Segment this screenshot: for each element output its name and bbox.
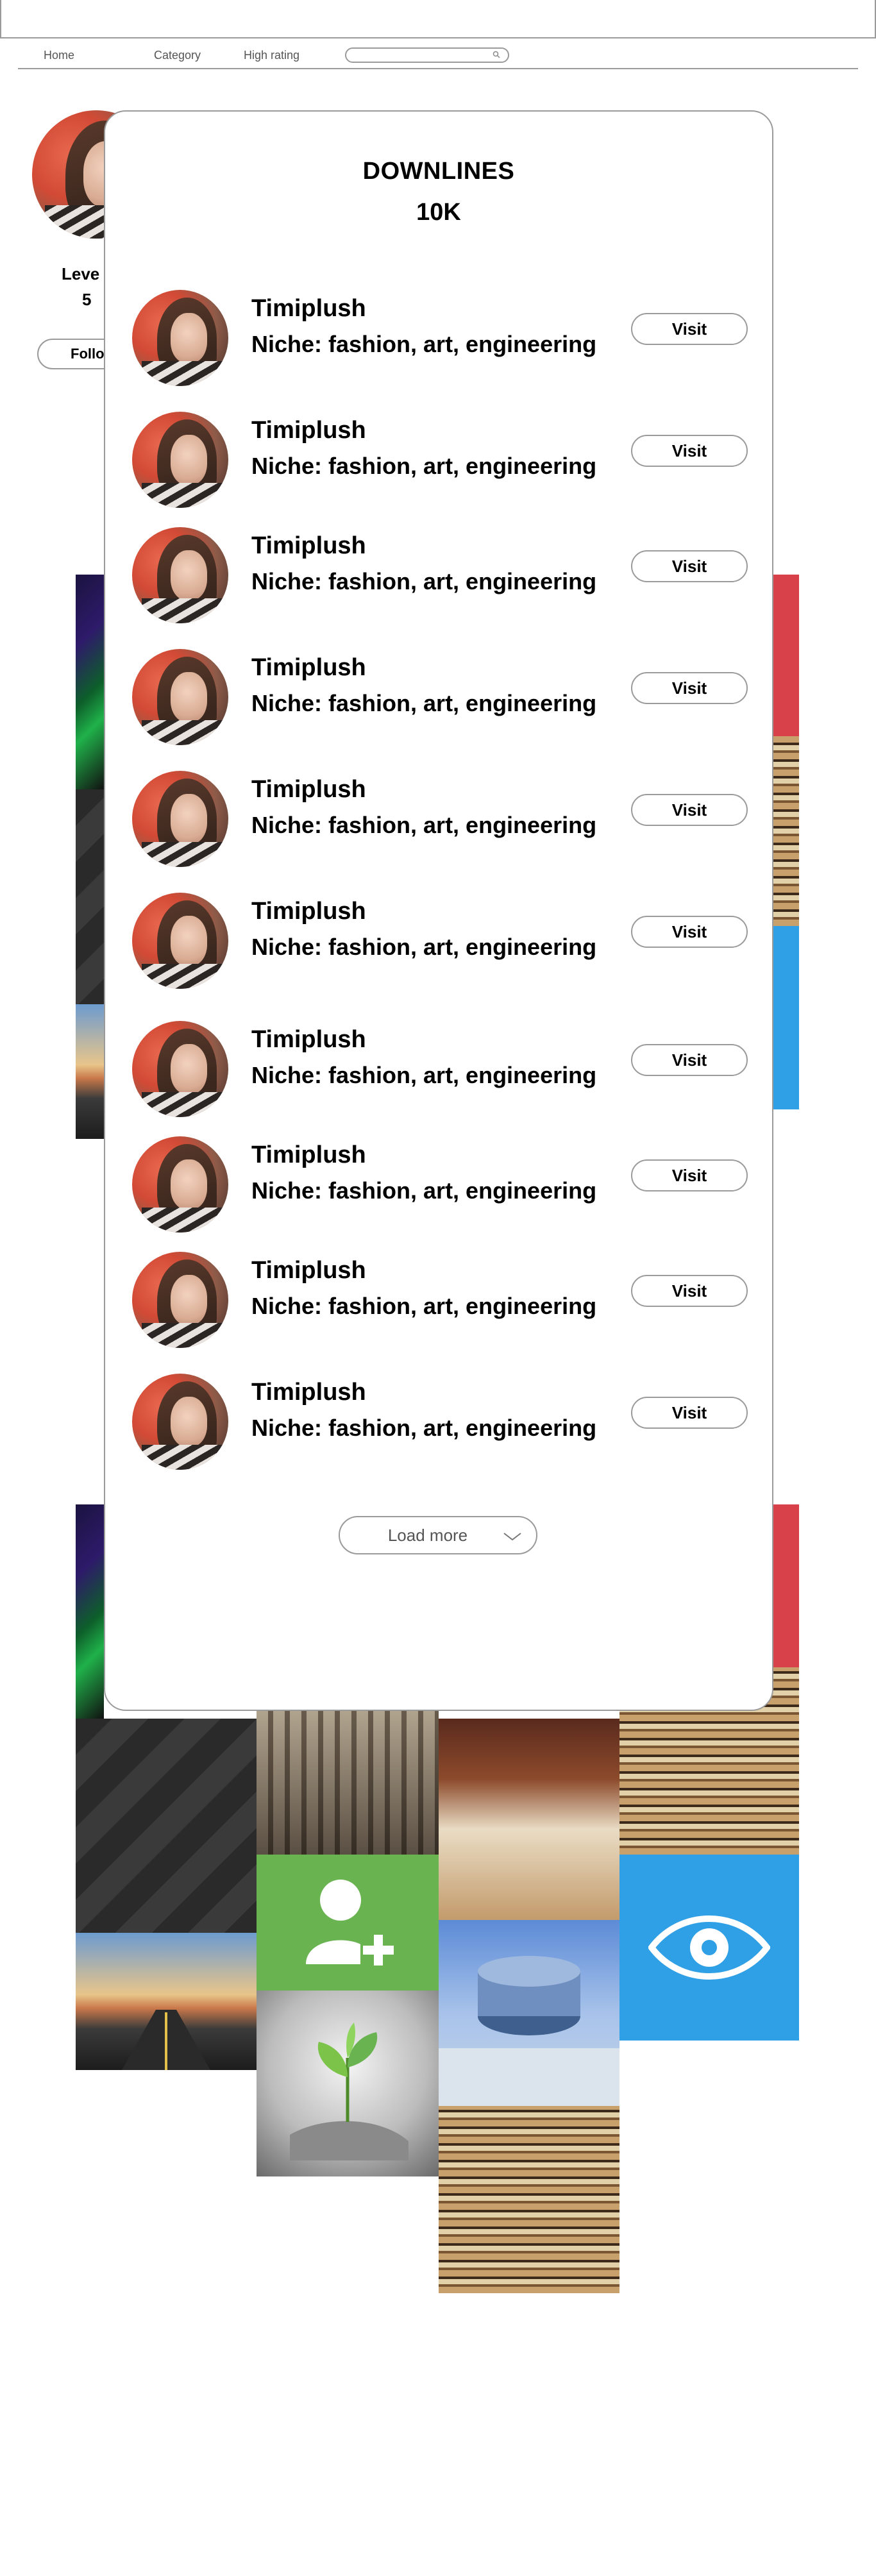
visit-button[interactable]: Visit — [631, 550, 748, 582]
gallery-tile-blue[interactable] — [773, 926, 799, 1109]
eye-icon — [648, 1915, 770, 1980]
gallery-tile-dark[interactable] — [76, 789, 104, 1004]
avatar[interactable] — [132, 527, 228, 623]
modal-title: DOWNLINES — [362, 158, 515, 185]
gallery-tile-neon-2[interactable] — [76, 1504, 104, 1719]
sprout-icon — [290, 2023, 409, 2160]
list-item: Timiplush Niche: fashion, art, engineeri… — [105, 645, 772, 748]
list-item: Timiplush Niche: fashion, art, engineeri… — [105, 1370, 772, 1472]
avatar[interactable] — [132, 1136, 228, 1233]
user-name[interactable]: Timiplush — [251, 532, 366, 560]
avatar[interactable] — [132, 1374, 228, 1470]
user-niche: Niche: fashion, art, engineering — [251, 1062, 597, 1088]
gallery-tile-glass-building[interactable] — [439, 1920, 619, 2106]
avatar[interactable] — [132, 1021, 228, 1117]
add-user-icon — [306, 1880, 396, 1967]
gallery-tile-green[interactable] — [257, 1855, 439, 1991]
user-name[interactable]: Timiplush — [251, 417, 366, 444]
gallery-tile-book-stacks[interactable] — [439, 2106, 619, 2293]
load-more-button[interactable]: Load more — [339, 1516, 537, 1554]
chevron-down-icon — [503, 1533, 521, 1541]
visit-button[interactable]: Visit — [631, 1044, 748, 1076]
user-name[interactable]: Timiplush — [251, 1257, 366, 1284]
list-item: Timiplush Niche: fashion, art, engineeri… — [105, 767, 772, 870]
user-name[interactable]: Timiplush — [251, 1379, 366, 1406]
visit-button[interactable]: Visit — [631, 794, 748, 826]
user-niche: Niche: fashion, art, engineering — [251, 568, 597, 594]
avatar[interactable] — [132, 290, 228, 386]
gallery-tile-books[interactable] — [773, 736, 799, 926]
downlines-count: 10K — [416, 199, 461, 226]
road-graphic — [122, 2010, 210, 2070]
search-input[interactable] — [354, 49, 489, 62]
gallery-tile-plant[interactable] — [257, 1991, 439, 2176]
list-item: Timiplush Niche: fashion, art, engineeri… — [105, 1132, 772, 1235]
user-niche: Niche: fashion, art, engineering — [251, 1177, 597, 1204]
user-name[interactable]: Timiplush — [251, 1026, 366, 1054]
nav-high-rating-link[interactable]: High rating — [244, 49, 299, 62]
visit-button[interactable]: Visit — [631, 1275, 748, 1307]
level-label: Leve — [62, 264, 100, 283]
user-niche: Niche: fashion, art, engineering — [251, 1415, 597, 1441]
user-name[interactable]: Timiplush — [251, 1141, 366, 1169]
gallery-tile-red[interactable] — [773, 575, 799, 736]
gallery-tile-mall[interactable] — [257, 1711, 439, 1855]
list-item: Timiplush Niche: fashion, art, engineeri… — [105, 1017, 772, 1120]
downlines-modal: DOWNLINES 10K Timiplush Niche: fashion, … — [104, 110, 773, 1711]
gallery-tile-neon[interactable] — [76, 575, 104, 789]
avatar[interactable] — [132, 649, 228, 745]
gallery-tile-road[interactable] — [76, 1004, 104, 1139]
level-value: 5 — [82, 290, 92, 309]
user-name[interactable]: Timiplush — [251, 654, 366, 682]
list-item: Timiplush Niche: fashion, art, engineeri… — [105, 523, 772, 626]
list-item: Timiplush Niche: fashion, art, engineeri… — [105, 408, 772, 510]
user-name[interactable]: Timiplush — [251, 295, 366, 323]
user-name[interactable]: Timiplush — [251, 898, 366, 925]
avatar[interactable] — [132, 412, 228, 508]
search-icon[interactable] — [493, 51, 500, 58]
visit-button[interactable]: Visit — [631, 672, 748, 704]
avatar[interactable] — [132, 771, 228, 867]
top-bar — [0, 0, 876, 38]
user-name[interactable]: Timiplush — [251, 776, 366, 804]
nav-home-link[interactable]: Home — [44, 49, 74, 62]
user-niche: Niche: fashion, art, engineering — [251, 1293, 597, 1319]
gallery-tile-road-2[interactable] — [76, 1933, 257, 2070]
search-box[interactable] — [345, 47, 509, 63]
avatar[interactable] — [132, 1252, 228, 1348]
gallery-tile-blue-2[interactable] — [619, 1855, 799, 2041]
visit-button[interactable]: Visit — [631, 435, 748, 467]
building-graphic — [439, 1956, 619, 2106]
user-niche: Niche: fashion, art, engineering — [251, 934, 597, 960]
load-more-label: Load more — [387, 1526, 468, 1545]
avatar[interactable] — [132, 893, 228, 989]
gallery-tile-dark-2[interactable] — [76, 1719, 257, 1933]
list-item: Timiplush Niche: fashion, art, engineeri… — [105, 286, 772, 389]
user-niche: Niche: fashion, art, engineering — [251, 812, 597, 838]
gallery-tile-open-book[interactable] — [439, 1719, 619, 1920]
visit-button[interactable]: Visit — [631, 313, 748, 345]
list-item: Timiplush Niche: fashion, art, engineeri… — [105, 889, 772, 991]
visit-button[interactable]: Visit — [631, 1159, 748, 1191]
visit-button[interactable]: Visit — [631, 916, 748, 948]
nav-category-link[interactable]: Category — [154, 49, 201, 62]
user-niche: Niche: fashion, art, engineering — [251, 331, 597, 357]
list-item: Timiplush Niche: fashion, art, engineeri… — [105, 1248, 772, 1351]
nav-bar: Home Category High rating — [18, 42, 858, 69]
user-niche: Niche: fashion, art, engineering — [251, 453, 597, 479]
user-niche: Niche: fashion, art, engineering — [251, 690, 597, 716]
visit-button[interactable]: Visit — [631, 1397, 748, 1429]
